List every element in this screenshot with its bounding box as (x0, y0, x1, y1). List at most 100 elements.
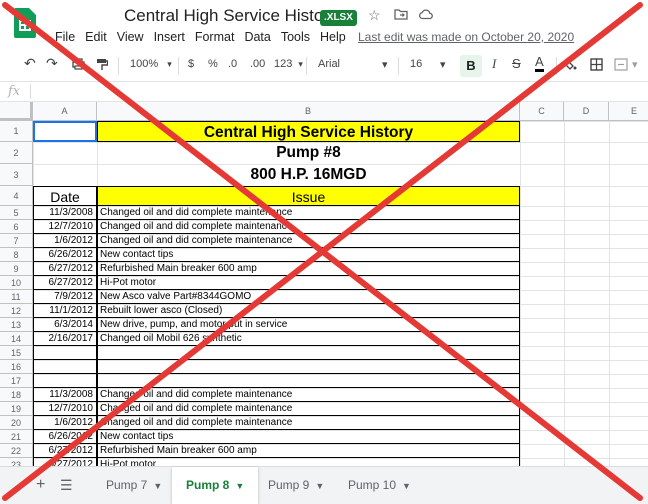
issue-cell[interactable]: Changed oil and did complete maintenance (97, 388, 520, 402)
zoom-select[interactable]: 100% ▾ (130, 58, 172, 70)
column-header-a[interactable]: A (33, 102, 97, 121)
menu-data[interactable]: Data (244, 30, 270, 46)
merge-cells-icon[interactable] (614, 58, 628, 74)
column-header-c[interactable]: C (520, 102, 564, 121)
issue-cell[interactable]: Changed oil and did complete maintenance (97, 402, 520, 416)
print-icon[interactable] (72, 58, 85, 73)
last-edit-link[interactable]: Last edit was made on October 20, 2020 (358, 30, 574, 44)
document-title[interactable]: Central High Service History (124, 6, 338, 26)
issue-cell[interactable]: New contact tips (97, 248, 520, 262)
issue-cell[interactable]: Refurbished Main breaker 600 amp (97, 262, 520, 276)
menu-format[interactable]: Format (195, 30, 235, 46)
date-cell[interactable]: 6/27/2012 (33, 444, 97, 458)
date-cell[interactable]: 2/16/2017 (33, 332, 97, 346)
row-header-18[interactable]: 18 (0, 388, 33, 402)
sheet-title-cell[interactable]: Central High Service History (97, 121, 520, 142)
fill-color-icon[interactable] (564, 58, 577, 74)
date-cell[interactable]: 6/26/2012 (33, 430, 97, 444)
currency-format-button[interactable]: $ (188, 58, 194, 70)
text-color-button[interactable]: A (535, 55, 544, 72)
tab-pump-8[interactable]: Pump 8 ▼ (172, 467, 259, 504)
date-cell[interactable]: 1/6/2012 (33, 234, 97, 248)
date-cell[interactable]: 6/3/2014 (33, 318, 97, 332)
chevron-down-icon[interactable]: ▾ (440, 58, 446, 71)
tab-pump-7[interactable]: Pump 7 ▼ (92, 467, 176, 504)
issue-cell[interactable]: New Asco valve Part#8344GOMO (97, 290, 520, 304)
formula-bar[interactable]: fx (0, 81, 648, 102)
date-cell[interactable] (33, 360, 97, 374)
font-select[interactable]: Arial (318, 58, 340, 70)
chevron-down-icon[interactable]: ▾ (382, 58, 388, 71)
issue-cell[interactable]: Hi-Pot motor (97, 458, 520, 466)
issue-cell[interactable]: Changed oil and did complete maintenance (97, 220, 520, 234)
more-formats-button[interactable]: 123 ▾ (274, 58, 303, 70)
sheets-logo-icon[interactable] (14, 8, 36, 38)
row-header-7[interactable]: 7 (0, 234, 33, 248)
row-header-5[interactable]: 5 (0, 206, 33, 220)
menu-insert[interactable]: Insert (154, 30, 185, 46)
date-cell[interactable]: 12/7/2010 (33, 220, 97, 234)
select-all-corner[interactable] (0, 102, 33, 121)
date-cell[interactable]: 11/1/2012 (33, 304, 97, 318)
row-header-2[interactable]: 2 (0, 142, 33, 164)
row-header-4[interactable]: 4 (0, 186, 33, 206)
date-cell[interactable]: 6/27/2012 (33, 262, 97, 276)
paint-format-icon[interactable] (96, 58, 109, 74)
issue-cell[interactable]: Changed oil Mobil 626 synthetic (97, 332, 520, 346)
date-cell[interactable]: 1/6/2012 (33, 416, 97, 430)
date-cell[interactable]: 6/26/2012 (33, 248, 97, 262)
issue-cell[interactable] (97, 374, 520, 388)
row-header-17[interactable]: 17 (0, 374, 33, 388)
row-header-21[interactable]: 21 (0, 430, 33, 444)
tab-pump-9[interactable]: Pump 9 ▼ (254, 467, 338, 504)
pump-name-cell[interactable]: Pump #8 (97, 142, 520, 164)
star-icon[interactable]: ☆ (368, 7, 381, 24)
selected-cell-a1[interactable] (33, 121, 97, 142)
row-header-9[interactable]: 9 (0, 262, 33, 276)
pump-spec-cell[interactable]: 800 H.P. 16MGD (97, 164, 520, 186)
date-cell[interactable]: 11/3/2008 (33, 388, 97, 402)
issue-cell[interactable]: Rebuilt lower asco (Closed) (97, 304, 520, 318)
row-header-13[interactable]: 13 (0, 318, 33, 332)
issue-cell[interactable]: Hi-Pot motor (97, 276, 520, 290)
tab-pump-10[interactable]: Pump 10 ▼ (334, 467, 425, 504)
column-header-d[interactable]: D (564, 102, 609, 121)
folder-move-icon[interactable] (394, 7, 408, 23)
all-sheets-list-icon[interactable]: ☰ (60, 477, 73, 494)
row-header-6[interactable]: 6 (0, 220, 33, 234)
issue-cell[interactable]: Changed oil and did complete maintenance (97, 206, 520, 220)
increase-decimal-button[interactable]: .00 (250, 58, 265, 70)
row-header-3[interactable]: 3 (0, 164, 33, 186)
issue-header-cell[interactable]: Issue (97, 186, 520, 206)
strikethrough-button[interactable]: S (512, 56, 521, 71)
row-header-23[interactable]: 23 (0, 458, 33, 466)
row-header-16[interactable]: 16 (0, 360, 33, 374)
menu-tools[interactable]: Tools (281, 30, 310, 46)
font-size-select[interactable]: 16 (410, 58, 422, 70)
date-cell[interactable]: 12/7/2010 (33, 402, 97, 416)
date-cell[interactable] (33, 374, 97, 388)
row-header-11[interactable]: 11 (0, 290, 33, 304)
row-header-1[interactable]: 1 (0, 121, 33, 142)
percent-format-button[interactable]: % (208, 58, 218, 70)
menu-view[interactable]: View (117, 30, 144, 46)
spreadsheet-grid[interactable]: A B C D E 1 2 3 4 5 6 7 8 9 10 11 12 13 14 15 16 17 18 19 20 21 22… (0, 102, 648, 466)
row-header-12[interactable]: 12 (0, 304, 33, 318)
menu-edit[interactable]: Edit (85, 30, 107, 46)
row-header-8[interactable]: 8 (0, 248, 33, 262)
chevron-down-icon[interactable]: ▾ (632, 58, 638, 71)
row-header-22[interactable]: 22 (0, 444, 33, 458)
row-header-10[interactable]: 10 (0, 276, 33, 290)
row-header-19[interactable]: 19 (0, 402, 33, 416)
row-header-15[interactable]: 15 (0, 346, 33, 360)
italic-button[interactable]: I (492, 56, 496, 72)
issue-cell[interactable]: Refurbished Main breaker 600 amp (97, 444, 520, 458)
cloud-status-icon[interactable] (418, 7, 433, 23)
menu-help[interactable]: Help (320, 30, 346, 46)
date-cell[interactable]: 6/27/2012 (33, 458, 97, 466)
date-cell[interactable]: 11/3/2008 (33, 206, 97, 220)
redo-icon[interactable]: ↷ (46, 55, 58, 72)
row-header-20[interactable]: 20 (0, 416, 33, 430)
issue-cell[interactable] (97, 346, 520, 360)
issue-cell[interactable]: Changed oil and did complete maintenance (97, 416, 520, 430)
